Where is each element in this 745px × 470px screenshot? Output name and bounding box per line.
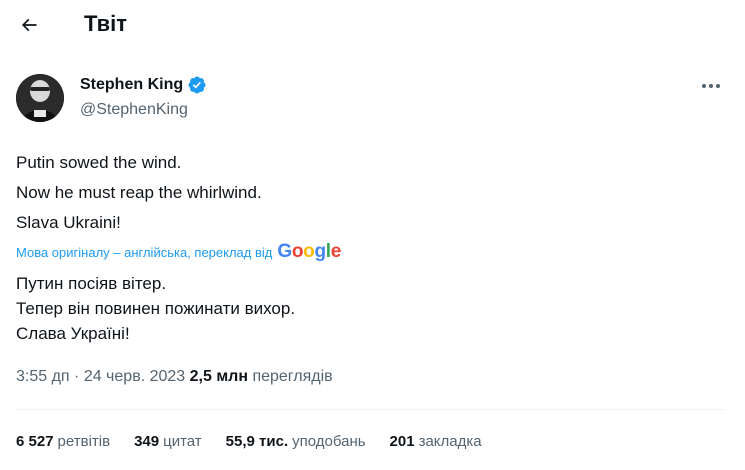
tweet-text: Putin sowed the wind. Now he must reap t… [16, 148, 262, 238]
author-name-text[interactable]: Stephen King [80, 76, 183, 94]
translated-line: Путин посіяв вітер. [16, 274, 167, 293]
divider [16, 409, 725, 410]
retweets-stat[interactable]: 6 527 ретвітів [16, 433, 110, 450]
views-label: переглядів [252, 368, 333, 385]
bookmarks-label: закладка [418, 433, 482, 450]
quotes-count: 349 [134, 433, 160, 450]
retweets-label: ретвітів [57, 433, 111, 450]
tweet-stats: 6 527 ретвітів 349 цитат 55,9 тис. уподобан… [16, 433, 506, 450]
page-title: Твіт [84, 11, 128, 36]
tweet-line: Putin sowed the wind. [16, 153, 182, 172]
quotes-stat[interactable]: 349 цитат [134, 433, 202, 450]
quotes-label: цитат [163, 433, 202, 450]
google-logo-letter: o [303, 241, 315, 262]
verified-badge-icon[interactable] [187, 75, 207, 95]
header: Твіт [0, 0, 745, 53]
translated-line: Слава Україні! [16, 324, 130, 343]
tweet-date[interactable]: 24 черв. 2023 [84, 368, 185, 385]
tweet-line: Slava Ukraini! [16, 213, 121, 232]
views-count: 2,5 млн [189, 368, 248, 385]
translated-text: Путин посіяв вітер. Тепер він повинен по… [16, 271, 295, 346]
avatar[interactable] [16, 74, 64, 122]
google-logo-letter: g [314, 241, 326, 262]
google-logo-letter: e [330, 241, 342, 262]
likes-label: уподобань [292, 433, 366, 450]
more-options-button[interactable] [697, 76, 725, 96]
translation-note[interactable]: Мова оригіналу – англійська, переклад ві… [16, 241, 341, 263]
meta-separator: · [69, 368, 84, 385]
retweets-count: 6 527 [16, 433, 54, 450]
google-logo-letter: o [291, 241, 304, 262]
arrow-left-icon [21, 18, 37, 32]
more-horizontal-icon [702, 84, 720, 88]
google-logo[interactable]: Google [277, 241, 341, 263]
translation-note-text[interactable]: Мова оригіналу – англійська, переклад ві… [16, 245, 272, 260]
back-button[interactable] [12, 8, 46, 42]
avatar-image [16, 74, 64, 122]
author-handle[interactable]: @StephenKing [80, 101, 188, 119]
likes-count: 55,9 тис. [225, 433, 289, 450]
tweet-meta: 3:55 дп · 24 черв. 2023 2,5 млн перегляд… [16, 368, 333, 386]
likes-stat[interactable]: 55,9 тис. уподобань [226, 433, 366, 450]
google-logo-letter: G [277, 241, 292, 262]
translated-line: Тепер він повинен пожинати вихор. [16, 299, 296, 318]
tweet-time[interactable]: 3:55 дп [16, 368, 70, 385]
tweet-line: Now he must reap the whirlwind. [16, 183, 262, 202]
author-name[interactable]: Stephen King [80, 75, 207, 95]
bookmarks-stat[interactable]: 201 закладка [390, 433, 482, 450]
bookmarks-count: 201 [389, 433, 415, 450]
